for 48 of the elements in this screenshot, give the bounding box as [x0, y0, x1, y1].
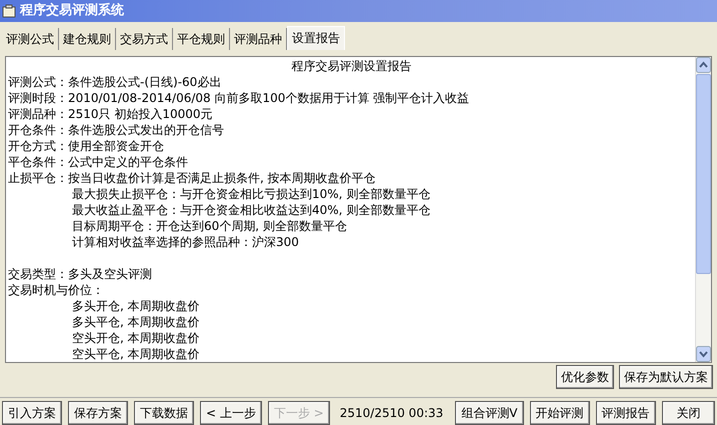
app-icon: [2, 4, 16, 18]
report-label: 交易时机与价位：: [8, 282, 104, 298]
action-button[interactable]: 组合评测V: [455, 401, 524, 425]
report-value: 多头及空头评测: [68, 266, 152, 282]
report-line: 目标周期平仓：开仓达到60个周期, 则全部数量平仓: [71, 218, 347, 234]
report-label: 平仓条件：: [8, 154, 68, 170]
report-line: 多头开仓, 本周期收盘价: [71, 298, 200, 314]
report-value: 2510只 初始投入10000元: [68, 106, 213, 122]
action-button[interactable]: 下载数据: [134, 401, 194, 425]
report-line: 空头平仓, 本周期收盘价: [71, 346, 200, 362]
tab[interactable]: 设置报告: [287, 26, 345, 50]
report-label: 开仓条件：: [8, 122, 68, 138]
report-label: 交易类型：: [8, 266, 68, 282]
scrollbar[interactable]: [695, 56, 711, 362]
scroll-up-icon[interactable]: [696, 56, 711, 73]
report-line: 最大收益止盈平仓：与开仓资金相比收益达到40%, 则全部数量平仓: [71, 202, 430, 218]
report-value: 2010/01/08-2014/06/08 向前多取100个数据用于计算 强制平仓计入收益: [68, 90, 470, 106]
tab[interactable]: 建仓规则: [59, 28, 116, 50]
report-value: 按当日收盘价计算是否满足止损条件, 按本周期收盘价平仓: [68, 170, 376, 186]
action-button[interactable]: 保存方案: [68, 401, 128, 425]
action-button[interactable]: 评测报告: [596, 401, 656, 425]
report-value: 使用全部资金开仓: [68, 138, 164, 154]
window-title: 程序交易评测系统: [20, 2, 124, 20]
action-button[interactable]: 开始评测: [530, 401, 590, 425]
report-line: 计算相对收益率选择的参照品种：沪深300: [71, 234, 299, 250]
scroll-thumb[interactable]: [696, 74, 711, 274]
report-value: 公式中定义的平仓条件: [68, 154, 188, 170]
action-button[interactable]: < 上一步: [200, 401, 262, 425]
report-label: 评测时段：: [8, 90, 68, 106]
tab[interactable]: 交易方式: [116, 28, 173, 50]
action-button[interactable]: 保存为默认方案: [619, 365, 713, 389]
report-line: 最大损失止损平仓：与开仓资金相比亏损达到10%, 则全部数量平仓: [71, 186, 430, 202]
action-button[interactable]: 关闭: [662, 401, 715, 425]
action-button[interactable]: 引入方案: [2, 401, 62, 425]
report-line: 空头开仓, 本周期收盘价: [71, 330, 200, 346]
scroll-down-icon[interactable]: [696, 346, 711, 362]
tab[interactable]: 平仓规则: [173, 28, 230, 50]
report-label: 评测公式：: [8, 74, 68, 90]
report-value: 条件选股公式-(日线)-60必出: [68, 74, 222, 90]
action-button[interactable]: 优化参数: [556, 365, 614, 389]
progress-status: 2510/2510 00:33: [340, 405, 444, 422]
report-label: 开仓方式：: [8, 138, 68, 154]
report-value: 条件选股公式发出的开仓信号: [68, 122, 224, 138]
tab[interactable]: 评测公式: [2, 28, 59, 50]
report-label: 止损平仓：: [8, 170, 68, 186]
report-label: 评测品种：: [8, 106, 68, 122]
report-line: 多头平仓, 本周期收盘价: [71, 314, 200, 330]
report-title: 程序交易评测设置报告: [290, 58, 412, 74]
